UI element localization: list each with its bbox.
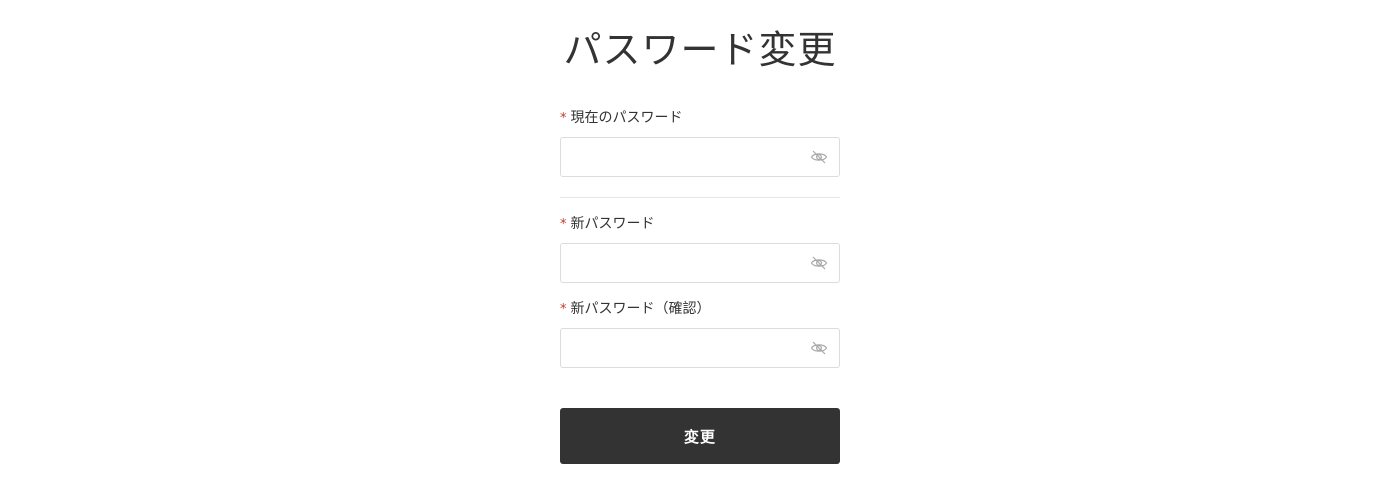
current-password-field[interactable] (560, 137, 840, 177)
page-title: パスワード変更 (563, 28, 837, 72)
confirm-password-label-text: 新パスワード（確認） (570, 301, 711, 317)
new-password-field[interactable] (560, 243, 840, 283)
eye-slash-icon[interactable] (810, 254, 828, 272)
confirm-password-label: * 新パスワード（確認） (560, 300, 711, 319)
current-password-input[interactable] (561, 138, 801, 176)
new-password-label: * 新パスワード (560, 215, 655, 234)
new-password-input[interactable] (561, 244, 801, 282)
change-button[interactable]: 変更 (560, 408, 840, 464)
required-mark: * (560, 302, 567, 317)
divider (560, 197, 840, 198)
confirm-password-input[interactable] (561, 329, 801, 367)
current-password-label-text: 現在のパスワード (570, 110, 683, 126)
new-password-label-text: 新パスワード (570, 216, 655, 232)
eye-slash-icon[interactable] (810, 148, 828, 166)
confirm-password-field[interactable] (560, 328, 840, 368)
required-mark: * (560, 217, 567, 232)
current-password-label: * 現在のパスワード (560, 109, 683, 128)
eye-slash-icon[interactable] (810, 339, 828, 357)
required-mark: * (560, 111, 567, 126)
